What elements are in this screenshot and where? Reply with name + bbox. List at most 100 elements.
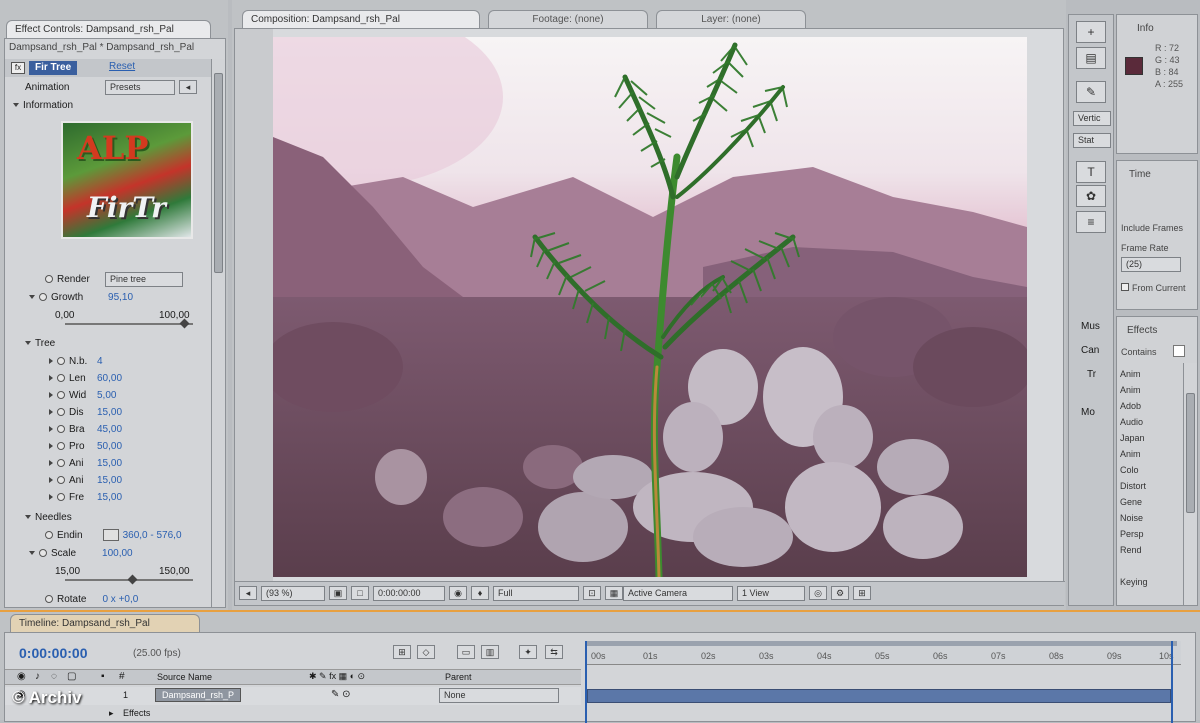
param-value[interactable]: 4	[97, 356, 103, 367]
tab-footage[interactable]: Footage: (none)	[488, 10, 648, 28]
draft-3d-icon[interactable]: ◇	[417, 645, 435, 659]
effects-expand-icon[interactable]: ▸	[109, 708, 114, 719]
effect-category[interactable]: Anim	[1120, 447, 1141, 461]
end-value[interactable]: 360,0 - 576,0	[123, 530, 182, 541]
param-value[interactable]: 5,00	[97, 390, 116, 401]
effect-category[interactable]: Rend	[1120, 543, 1142, 557]
view-layout-dropdown[interactable]: 1 View	[737, 586, 805, 601]
expand-icon[interactable]	[13, 103, 19, 108]
tab-composition[interactable]: Composition: Dampsand_rsh_Pal	[242, 10, 480, 28]
info-tab[interactable]: Info	[1137, 23, 1154, 34]
current-time-display[interactable]: 0:00:00:00	[19, 645, 88, 661]
flower-tool-icon[interactable]: ✿	[1076, 185, 1106, 207]
stopwatch-icon[interactable]	[45, 531, 53, 540]
stopwatch-icon[interactable]	[57, 476, 65, 485]
solo-icon[interactable]: ◌	[51, 671, 57, 682]
effect-category[interactable]: Colo	[1120, 463, 1139, 477]
work-area-end-handle[interactable]	[1171, 641, 1173, 723]
expand-param-icon[interactable]	[49, 494, 53, 501]
expand-param-icon[interactable]	[49, 375, 53, 382]
comp-flowchart-icon[interactable]: ⊞	[393, 645, 411, 659]
fast-previews-icon[interactable]: ⚙	[831, 586, 849, 600]
stopwatch-icon[interactable]	[57, 408, 65, 417]
source-name-header[interactable]: Source Name	[157, 672, 212, 682]
effects-scrollbar[interactable]	[1183, 363, 1197, 605]
end-button[interactable]	[103, 529, 119, 541]
expand-param-icon[interactable]	[49, 409, 53, 416]
timeline-icon[interactable]: ⊞	[853, 586, 871, 600]
resolution-dropdown[interactable]: Full	[493, 586, 579, 601]
stopwatch-growth-icon[interactable]	[39, 293, 47, 302]
effect-category[interactable]: Anim	[1120, 367, 1141, 381]
grid-icon[interactable]: □	[351, 586, 369, 600]
fx-icon[interactable]: fx	[11, 62, 25, 74]
tab-layer[interactable]: Layer: (none)	[656, 10, 806, 28]
effect-category[interactable]: Distort	[1120, 479, 1146, 493]
expand-needles-icon[interactable]	[25, 515, 31, 520]
align-tool-icon[interactable]: ≡	[1076, 211, 1106, 233]
effect-controls-scrollbar[interactable]	[211, 59, 225, 607]
stopwatch-icon[interactable]	[57, 493, 65, 502]
expand-param-icon[interactable]	[49, 477, 53, 484]
region-of-interest-icon[interactable]: ⊡	[583, 586, 601, 600]
effect-category[interactable]: Gene	[1120, 495, 1142, 509]
frame-blend-icon[interactable]: ⇆	[545, 645, 563, 659]
current-time-field[interactable]: 0:00:00:00	[373, 586, 445, 601]
rotate-value[interactable]: 0 x +0,0	[102, 594, 138, 605]
effect-category[interactable]: Noise	[1120, 511, 1143, 525]
effect-category[interactable]: Japan	[1120, 431, 1145, 445]
reset-link[interactable]: Reset	[109, 61, 135, 72]
audio-icon[interactable]: ♪	[35, 671, 40, 682]
tool-stamp-icon[interactable]: ▤	[1076, 47, 1106, 69]
animation-presets-dropdown[interactable]: Presets	[105, 80, 175, 95]
expand-param-icon[interactable]	[49, 358, 53, 365]
stopwatch-icon[interactable]	[45, 595, 53, 604]
brainstorm-icon[interactable]: ✦	[519, 645, 537, 659]
effects-tab[interactable]: Effects	[1127, 325, 1157, 336]
tab-effect-controls[interactable]: Effect Controls: Dampsand_rsh_Pal	[6, 20, 211, 38]
scale-slider[interactable]	[65, 574, 193, 585]
expand-param-icon[interactable]	[49, 426, 53, 433]
include-frames-button[interactable]: Include Frames	[1121, 223, 1195, 233]
contains-search-input[interactable]	[1173, 345, 1185, 357]
lock-icon[interactable]: ▢	[67, 671, 76, 682]
expand-tree-icon[interactable]	[25, 341, 31, 346]
tool-brush-icon[interactable]: ✎	[1076, 81, 1106, 103]
eye-icon[interactable]: ◉	[17, 671, 26, 682]
effect-category[interactable]: Adob	[1120, 399, 1141, 413]
stopwatch-icon[interactable]	[57, 374, 65, 383]
growth-slider[interactable]	[65, 318, 193, 329]
stopwatch-icon[interactable]	[39, 549, 47, 558]
param-value[interactable]: 15,00	[97, 407, 122, 418]
stopwatch-icon[interactable]	[57, 442, 65, 451]
render-dropdown[interactable]: Pine tree	[105, 272, 183, 287]
param-value[interactable]: 15,00	[97, 458, 122, 469]
checkbox-icon[interactable]	[1121, 283, 1129, 291]
tool-vertical-button[interactable]: Vertic	[1073, 111, 1111, 126]
parent-header[interactable]: Parent	[445, 672, 472, 682]
expand-growth-icon[interactable]	[29, 295, 35, 300]
graph-editor-icon[interactable]: ▥	[481, 645, 499, 659]
stopwatch-icon[interactable]	[57, 391, 65, 400]
work-area-bar[interactable]	[587, 641, 1177, 646]
layer-fx-icon[interactable]: ✎ ⊙	[331, 689, 351, 700]
growth-value[interactable]: 95,10	[108, 292, 133, 303]
stopwatch-icon[interactable]	[57, 357, 65, 366]
layer-name[interactable]: Dampsand_rsh_P	[155, 688, 242, 702]
tool-plus-icon[interactable]: +	[1076, 21, 1106, 43]
frame-rate-dropdown[interactable]: (25)	[1121, 257, 1181, 272]
toggle-pixel-aspect-icon[interactable]: ◎	[809, 586, 827, 600]
layer-row[interactable]: ◉ 1 Dampsand_rsh_P ✎ ⊙ None	[5, 687, 581, 705]
layer-duration-bar[interactable]	[587, 689, 1171, 703]
from-current-checkbox[interactable]: From Current	[1121, 283, 1186, 293]
parent-dropdown[interactable]: None	[439, 688, 559, 703]
always-preview-icon[interactable]: ◂	[239, 586, 257, 600]
effect-category[interactable]: Persp	[1120, 527, 1144, 541]
show-snapshot-icon[interactable]: ♦	[471, 586, 489, 600]
time-ruler[interactable]: 00s 01s 02s 03s 04s 05s 06s 07s 08s 09s …	[585, 641, 1181, 665]
param-value[interactable]: 60,00	[97, 373, 122, 384]
scrollbar-thumb[interactable]	[214, 73, 223, 273]
scale-value[interactable]: 100,00	[102, 548, 133, 559]
stopwatch-icon[interactable]	[57, 425, 65, 434]
param-value[interactable]: 15,00	[97, 492, 122, 503]
